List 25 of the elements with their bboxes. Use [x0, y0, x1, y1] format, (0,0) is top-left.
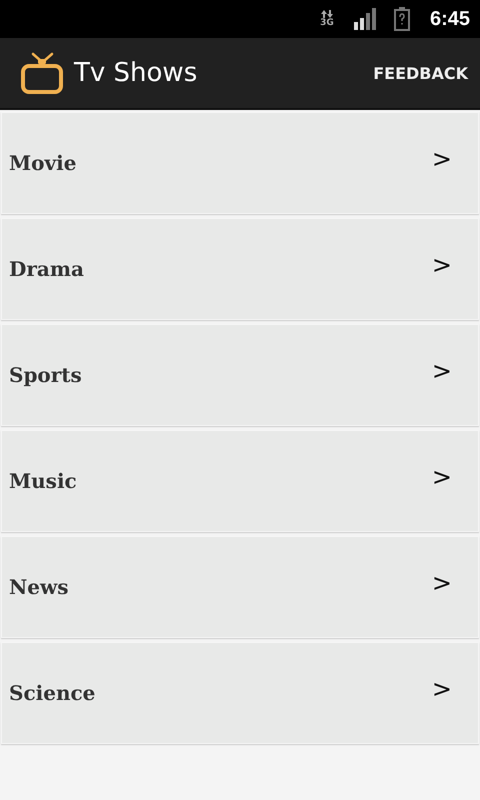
battery-icon — [394, 7, 410, 31]
category-item[interactable]: Drama > — [1, 218, 479, 320]
chevron: > — [432, 145, 452, 173]
clock: 6:45 — [430, 8, 470, 30]
chevron: > — [432, 251, 452, 279]
chevron: > — [432, 357, 452, 385]
category-item[interactable]: Music > — [1, 430, 479, 532]
category-label: Movie — [9, 151, 76, 175]
category-label: Science — [9, 681, 96, 705]
tv-icon — [20, 51, 64, 95]
category-label: Drama — [9, 257, 84, 281]
chevron: > — [432, 463, 452, 491]
category-item[interactable]: Movie > — [1, 112, 479, 214]
signal-icon — [354, 8, 378, 30]
category-label: Sports — [9, 363, 82, 387]
network-type: 3G — [320, 18, 334, 28]
app-title: Tv Shows — [74, 58, 198, 88]
chevron: > — [432, 569, 452, 597]
feedback-button[interactable]: FEEDBACK — [373, 60, 468, 86]
chevron: > — [432, 675, 452, 703]
category-label: News — [9, 575, 68, 599]
category-label: Music — [9, 469, 77, 493]
category-item[interactable]: Sports > — [1, 324, 479, 426]
category-item[interactable]: Science > — [1, 642, 479, 744]
category-item[interactable]: News > — [1, 536, 479, 638]
